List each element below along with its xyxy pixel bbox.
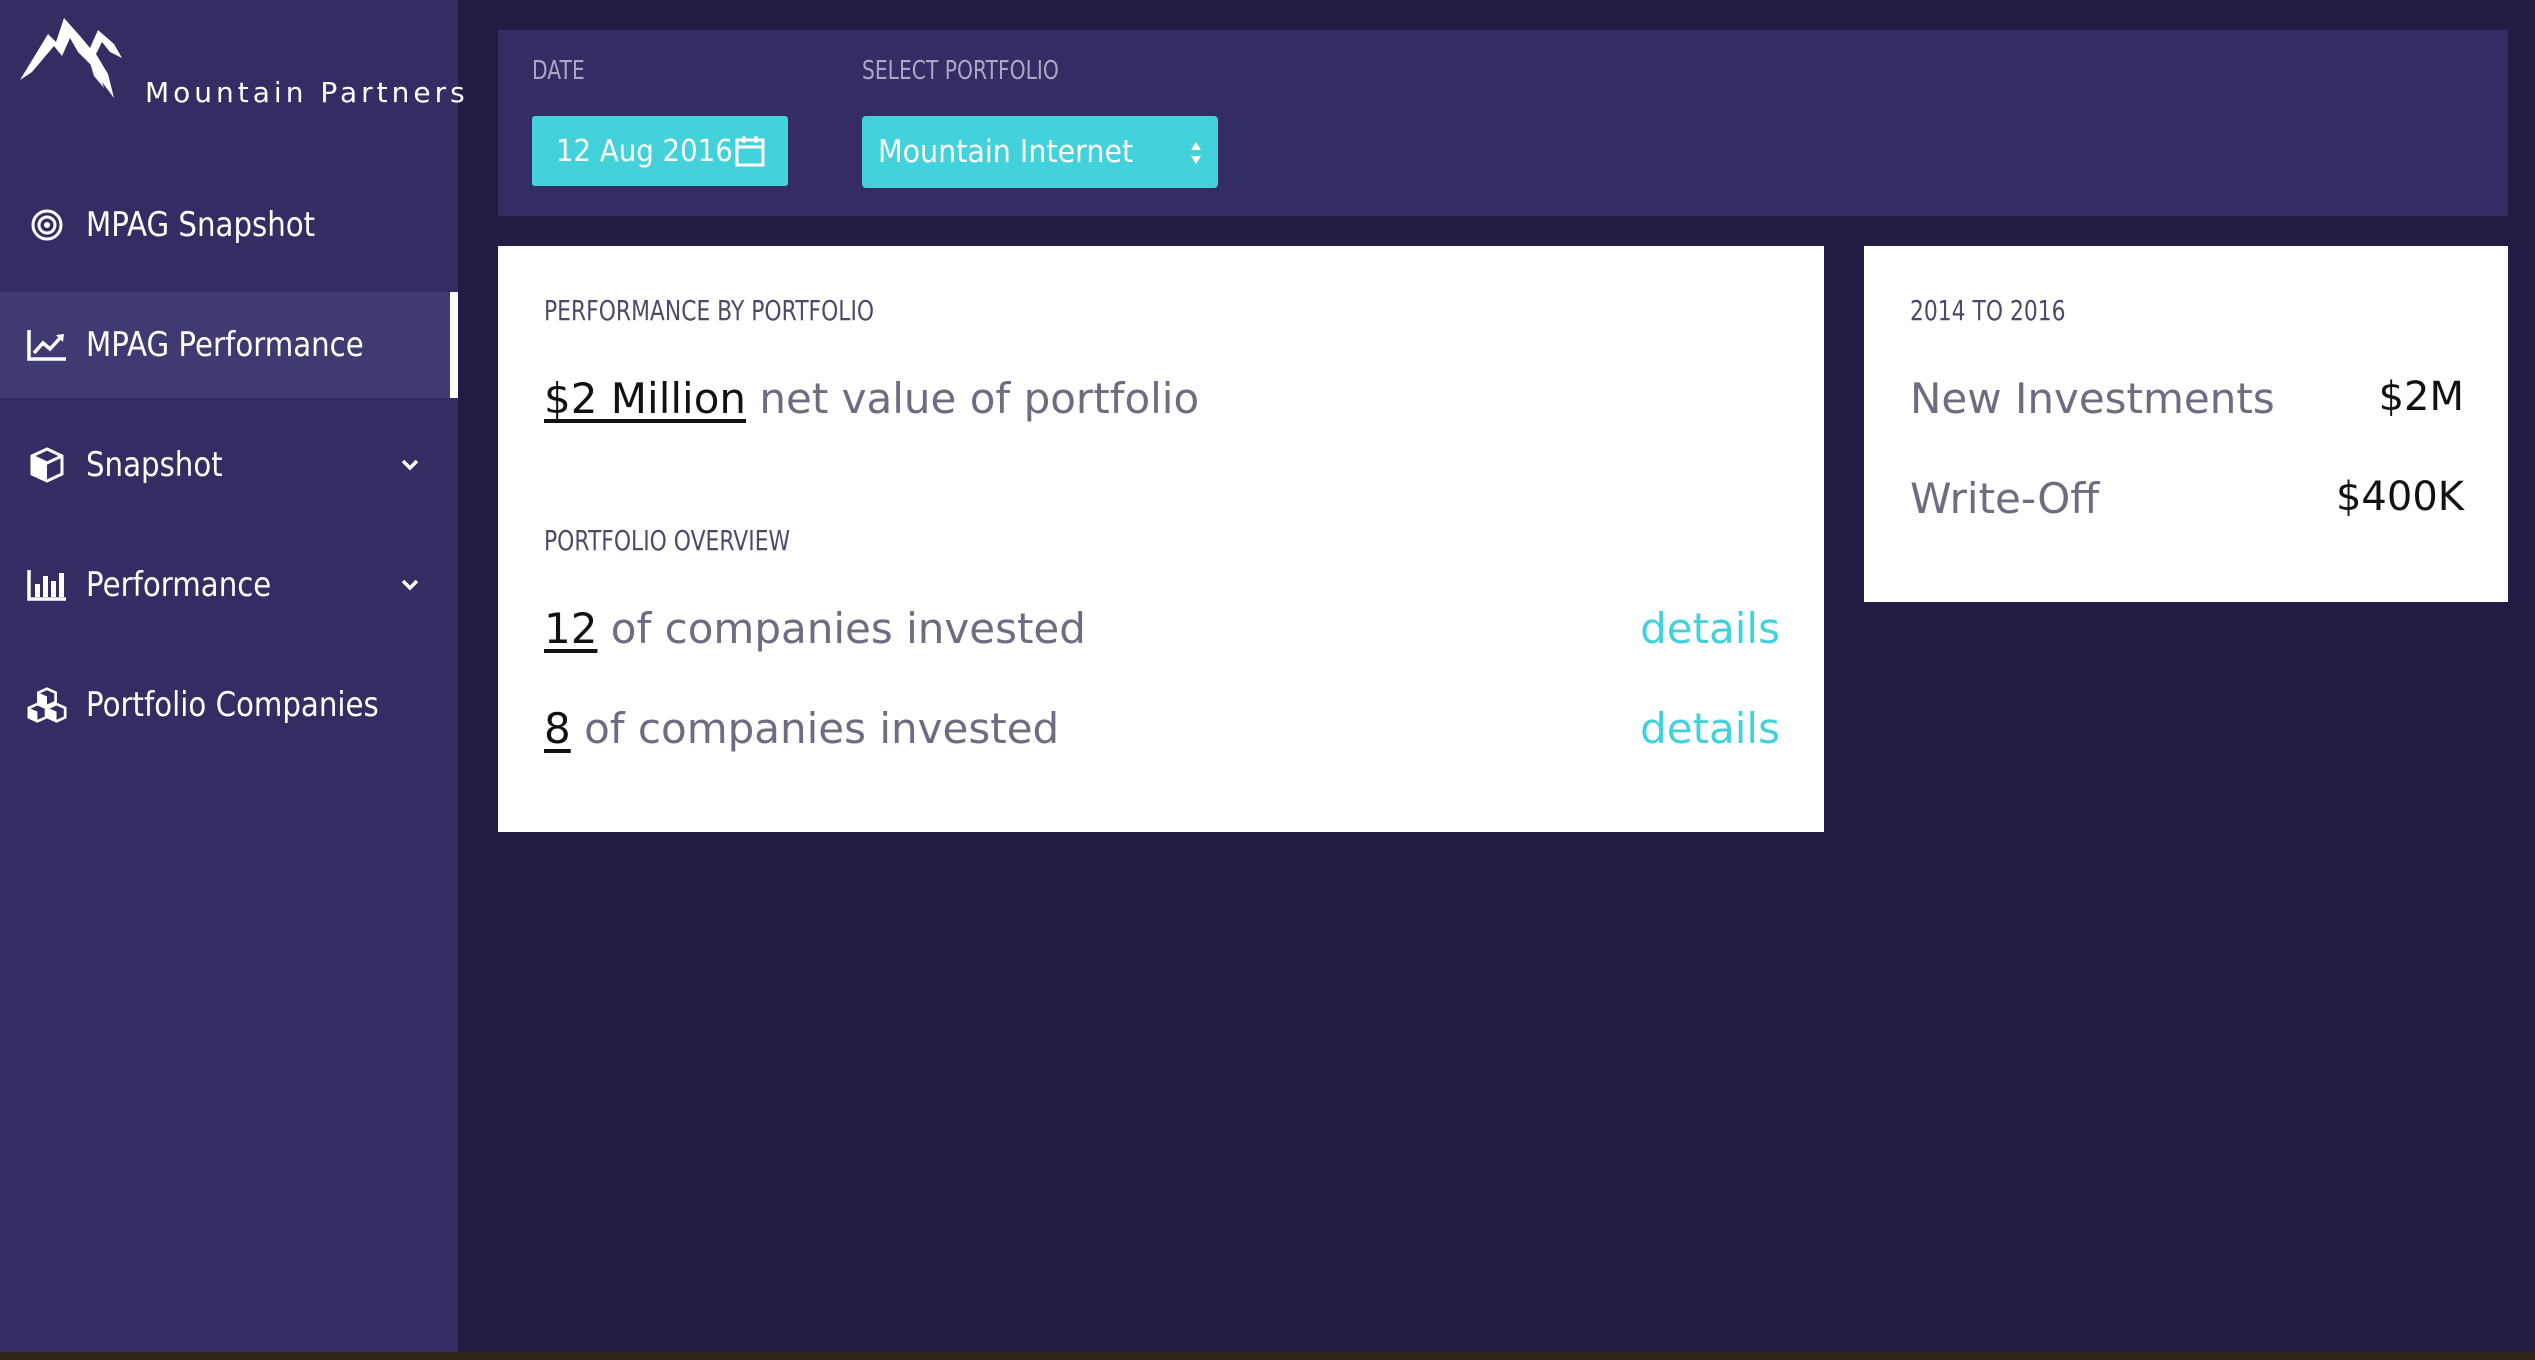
brand-name: Mountain Partners [145, 76, 469, 109]
sidebar-item-mpag-performance[interactable]: MPAG Performance [0, 292, 458, 398]
overview-text: of companies invested [570, 704, 1060, 753]
calendar-icon [734, 134, 766, 172]
overview-count[interactable]: 12 [544, 604, 597, 653]
cubes-icon [26, 684, 68, 726]
sidebar-item-label: Snapshot [86, 445, 223, 485]
period-row-value: $2M [2378, 374, 2464, 420]
period-row-write-off: Write-Off $400K [1910, 474, 2464, 534]
performance-card: PERFORMANCE BY PORTFOLIO $2 Million net … [498, 246, 1824, 832]
portfolio-select[interactable]: Mountain Internet [862, 116, 1218, 188]
period-row-value: $400K [2335, 474, 2464, 520]
period-row-label: New Investments [1910, 374, 2275, 423]
net-value-text: net value of portfolio [746, 374, 1200, 423]
sidebar: Mountain Partners MPAG Snapshot MPAG Per… [0, 0, 465, 1352]
sidebar-item-label: MPAG Snapshot [86, 205, 316, 245]
period-row-label: Write-Off [1910, 474, 2100, 523]
cube-icon [26, 444, 68, 486]
date-picker-button[interactable]: 12 Aug 2016 [532, 116, 788, 186]
overview-heading: PORTFOLIO OVERVIEW [544, 524, 791, 557]
sidebar-item-portfolio-companies[interactable]: Portfolio Companies [0, 652, 458, 758]
period-row-new-investments: New Investments $2M [1910, 374, 2464, 434]
overview-row: 8 of companies invested [544, 704, 1059, 753]
overview-text: of companies invested [597, 604, 1086, 653]
overview-row: 12 of companies invested [544, 604, 1086, 653]
bottom-strip [0, 1352, 2535, 1360]
overview-count[interactable]: 8 [544, 704, 571, 753]
net-value-amount[interactable]: $2 Million [544, 374, 746, 423]
date-value: 12 Aug 2016 [556, 133, 733, 169]
select-arrows-icon [1188, 138, 1204, 172]
sidebar-item-mpag-snapshot[interactable]: MPAG Snapshot [0, 172, 458, 278]
sidebar-item-snapshot[interactable]: Snapshot [0, 412, 458, 518]
brand-logo[interactable]: Mountain Partners [18, 12, 465, 112]
sidebar-item-label: MPAG Performance [86, 325, 364, 365]
details-link[interactable]: details [1640, 704, 1780, 753]
chevron-down-icon[interactable] [396, 571, 424, 599]
portfolio-select-value: Mountain Internet [878, 134, 1134, 170]
target-icon [26, 204, 68, 246]
period-heading: 2014 TO 2016 [1910, 294, 2066, 327]
performance-heading: PERFORMANCE BY PORTFOLIO [544, 294, 875, 327]
net-value-line: $2 Million net value of portfolio [544, 374, 1199, 423]
sidebar-item-label: Performance [86, 565, 272, 605]
line-chart-icon [26, 324, 68, 366]
filter-bar: DATE SELECT PORTFOLIO 12 Aug 2016 Mounta… [498, 30, 2508, 216]
period-card: 2014 TO 2016 New Investments $2M Write-O… [1864, 246, 2508, 602]
portfolio-label: SELECT PORTFOLIO [862, 56, 1059, 86]
bar-chart-icon [26, 564, 68, 606]
details-link[interactable]: details [1640, 604, 1780, 653]
date-label: DATE [532, 56, 585, 86]
chevron-down-icon[interactable] [396, 451, 424, 479]
sidebar-item-label: Portfolio Companies [86, 685, 379, 725]
sidebar-item-performance[interactable]: Performance [0, 532, 458, 638]
